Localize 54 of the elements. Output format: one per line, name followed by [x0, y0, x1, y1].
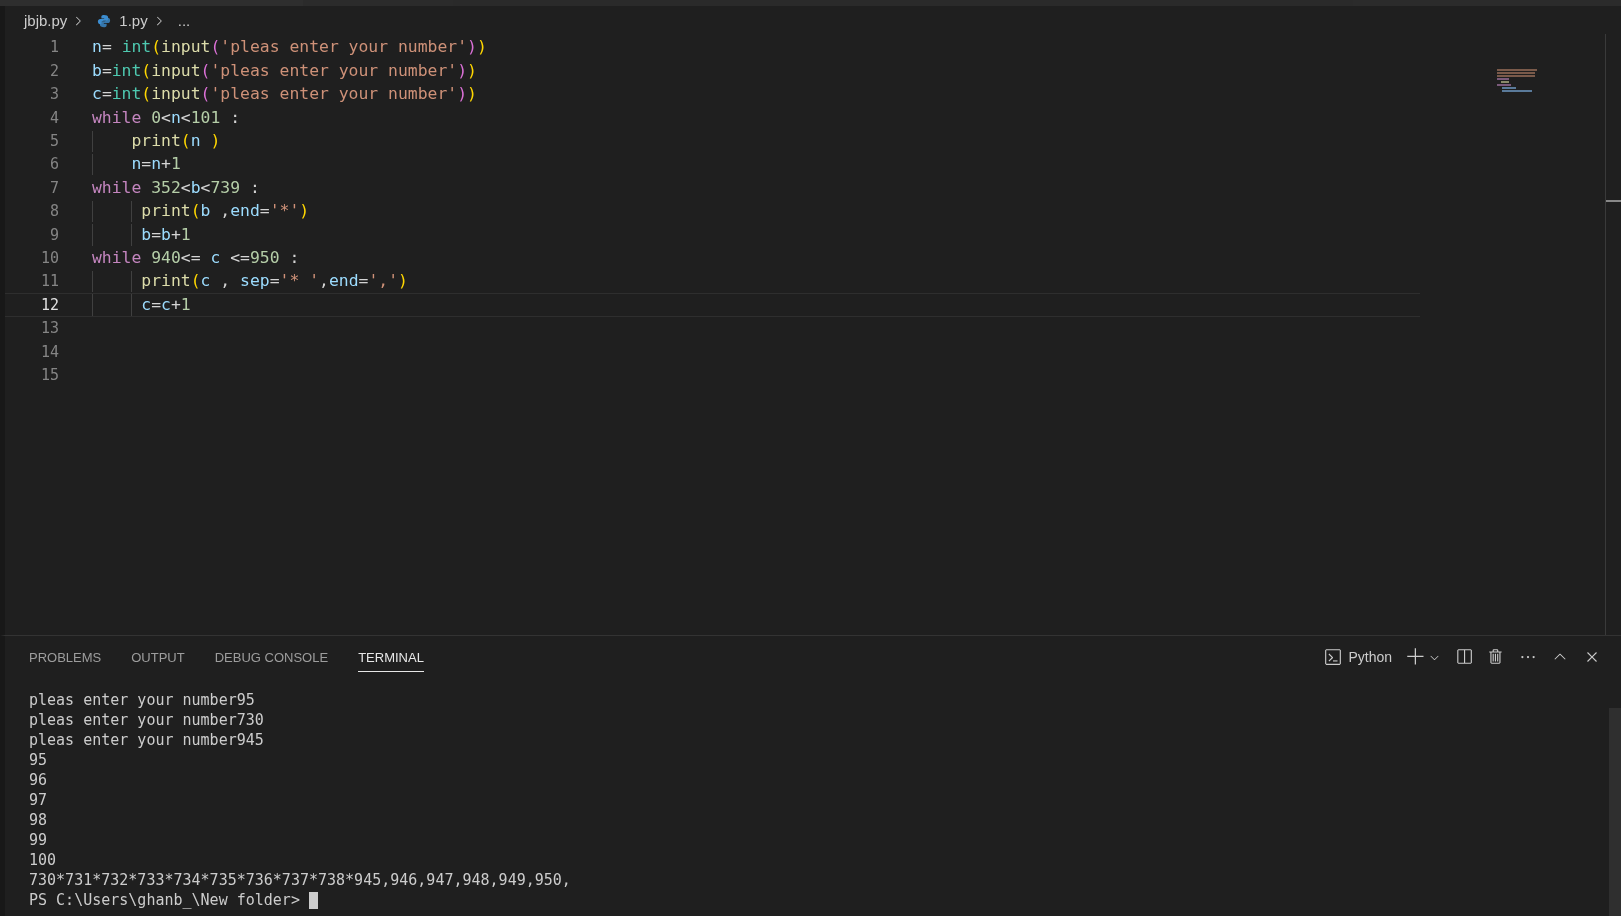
editor-scrollbar[interactable] [1605, 34, 1621, 635]
line-number: 10 [39, 247, 60, 269]
code-line: while 940<= c <=950 : [92, 246, 300, 269]
terminal-line: pleas enter your number945 [29, 730, 264, 750]
line-number: 9 [48, 224, 60, 246]
line-number: 2 [48, 60, 60, 82]
terminal-line: 98 [29, 810, 48, 830]
line-number: 5 [48, 131, 60, 152]
minimap-drawing [1497, 69, 1537, 93]
code-line: b=int(input('pleas enter your number')) [92, 59, 477, 82]
code-line: print(b ,end='*') [140, 200, 310, 223]
code-line: print(c , sep='* ',end=',') [140, 270, 408, 293]
terminal-line: pleas enter your number95 [29, 690, 255, 710]
terminal-line: 97 [29, 790, 48, 810]
terminal-name[interactable]: Python [1348, 646, 1392, 668]
add-icon[interactable] [1406, 647, 1426, 667]
code-line: print(n ) [130, 129, 221, 152]
line-number: 7 [48, 177, 60, 199]
code-line: n= int(input('pleas enter your number')) [92, 36, 487, 59]
line-number: 8 [48, 201, 60, 223]
code-line: b=b+1 [140, 223, 191, 246]
panel-tab[interactable]: OUTPUT [131, 641, 185, 673]
terminal-line: 96 [29, 770, 48, 790]
line-number: 1 [48, 37, 60, 59]
split-icon[interactable] [1455, 648, 1473, 666]
line-number: 12 [39, 294, 60, 316]
code-line: while 352<b<739 : [92, 176, 260, 199]
terminal-line: 100 [29, 850, 57, 870]
python-file-icon [97, 14, 112, 28]
line-number: 11 [39, 271, 60, 293]
panel-tab[interactable]: TERMINAL [358, 641, 424, 673]
terminal-line: 730*731*732*733*734*735*736*737*738*945,946,947,948,949,950, [29, 870, 571, 890]
line-number: 6 [48, 154, 60, 176]
breadcrumb-item[interactable]: jbjb.py [24, 9, 68, 33]
code-line: n=n+1 [130, 153, 181, 176]
line-number: 14 [39, 341, 60, 363]
terminal-line: 95 [29, 750, 48, 770]
trash-icon[interactable] [1487, 648, 1505, 666]
breadcrumb-item[interactable]: 1.py [119, 9, 148, 33]
panel-tab[interactable]: DEBUG CONSOLE [214, 641, 329, 673]
line-number: 3 [48, 84, 60, 106]
panel-tab[interactable]: PROBLEMS [29, 641, 102, 673]
code-line: c=int(input('pleas enter your number')) [92, 83, 477, 106]
line-number: 15 [39, 364, 60, 386]
breadcrumb-item[interactable]: ... [177, 9, 191, 33]
cursor [308, 891, 318, 909]
code-line: c=c+1 [140, 293, 191, 316]
terminal-line: PS C:\Users\ghanb_\New folder> [29, 890, 300, 910]
line-number: 13 [39, 318, 60, 340]
terminal-line: pleas enter your number730 [29, 710, 264, 730]
terminal-line: 99 [29, 830, 48, 850]
code-line: while 0<n<101 : [92, 106, 241, 129]
line-number: 4 [48, 107, 60, 129]
terminal-icon[interactable] [1324, 648, 1343, 666]
